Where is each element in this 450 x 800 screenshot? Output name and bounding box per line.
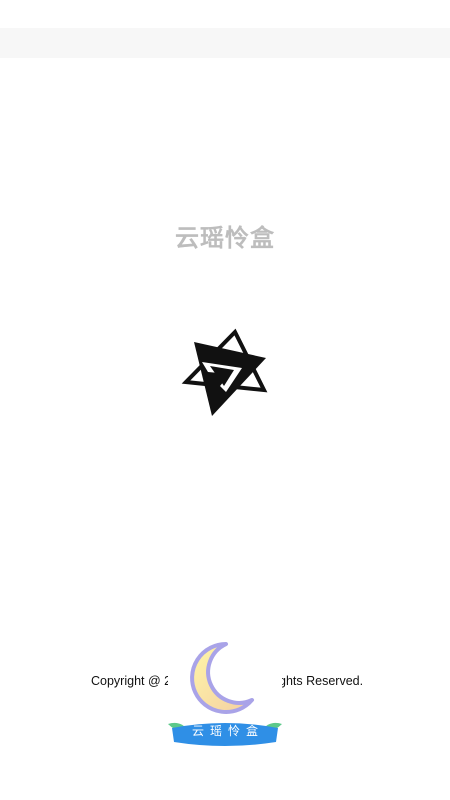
hexagram-star-icon bbox=[181, 328, 268, 416]
app-title: 云瑶怜盒 bbox=[175, 224, 275, 252]
splash-screen: 云瑶怜盒 Copyright @ 2 ghts Reserved. 云瑶怜盒 bbox=[0, 0, 450, 800]
badge-label: 云瑶怜盒 bbox=[191, 724, 264, 738]
top-band bbox=[0, 28, 450, 58]
copyright-end: ghts Reserved. bbox=[279, 674, 364, 688]
status-bar bbox=[0, 0, 450, 28]
app-logo-badge: 云瑶怜盒 bbox=[168, 630, 282, 748]
copyright-start: Copyright @ 2 bbox=[91, 674, 172, 688]
